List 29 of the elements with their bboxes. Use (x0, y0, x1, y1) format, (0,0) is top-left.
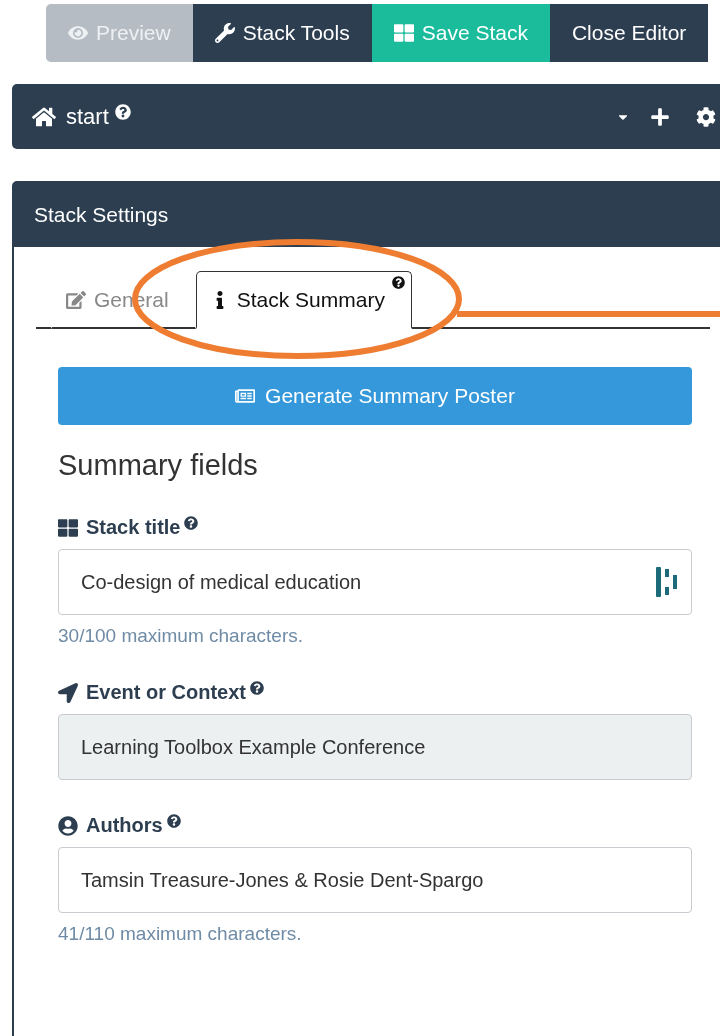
help-icon[interactable] (391, 276, 405, 289)
help-icon[interactable] (250, 680, 265, 695)
eye-icon (68, 23, 88, 43)
character-counter: 41/110 maximum characters. (58, 923, 303, 945)
page-title: start (66, 103, 109, 130)
user-icon (58, 815, 78, 836)
panel-title: Stack Settings (14, 183, 720, 247)
help-icon[interactable] (114, 103, 131, 120)
help-icon[interactable] (166, 813, 181, 828)
newspaper-icon (235, 386, 256, 406)
tab[interactable]: Stack Summary (195, 271, 412, 329)
field-label: Event or Context (86, 681, 247, 704)
grid-icon (393, 23, 414, 43)
toolbar-button[interactable]: Stack Tools (192, 4, 372, 62)
field-label: Stack title (86, 516, 181, 539)
toolbar-button[interactable]: Close Editor (549, 4, 709, 62)
bars-icon (655, 566, 679, 598)
help-icon[interactable] (184, 515, 199, 530)
add-icon[interactable] (650, 106, 670, 127)
edit-icon (66, 289, 86, 310)
location-arrow-icon (58, 682, 78, 703)
wrench-icon (214, 23, 235, 43)
grid-icon (58, 517, 78, 538)
settings-icon[interactable] (696, 106, 716, 127)
field-label: Authors (86, 814, 163, 837)
text-field[interactable]: Tamsin Treasure-Jones & Rosie Dent-Spargo (58, 847, 692, 913)
character-counter: 30/100 maximum characters. (58, 625, 304, 647)
text-field[interactable]: Co-design of medical education (58, 549, 692, 615)
section-heading: Summary fields (58, 449, 259, 482)
